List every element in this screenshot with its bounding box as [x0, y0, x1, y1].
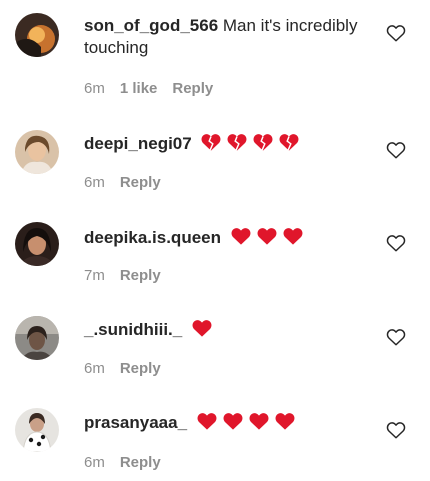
red-heart-icon — [231, 228, 251, 245]
comment-username[interactable]: son_of_god_566 — [84, 16, 218, 35]
red-heart-icon — [275, 413, 295, 430]
reply-button[interactable]: Reply — [172, 80, 213, 97]
comment-meta: 6m Reply — [84, 174, 161, 191]
comment-time: 6m — [84, 80, 105, 97]
comment-time: 6m — [84, 360, 105, 377]
red-heart-icon — [192, 320, 212, 337]
emoji-group — [230, 226, 304, 246]
broken-heart-icon — [201, 134, 221, 151]
avatar-image — [15, 13, 59, 57]
like-heart-icon[interactable] — [386, 24, 406, 42]
comment-username[interactable]: _.sunidhiii._ — [84, 320, 182, 339]
comment-likes[interactable]: 1 like — [120, 80, 158, 97]
emoji-group — [196, 411, 296, 431]
comment-username[interactable]: deepi_negi07 — [84, 134, 192, 153]
comment-username[interactable]: prasanyaaa_ — [84, 413, 187, 432]
comment-body: son_of_god_566 Man it's incredibly touch… — [84, 15, 374, 59]
avatar-image — [15, 316, 59, 360]
red-heart-icon — [283, 228, 303, 245]
reply-button[interactable]: Reply — [120, 360, 161, 377]
comment-body: deepika.is.queen — [84, 226, 374, 249]
avatar[interactable] — [15, 408, 59, 452]
reply-button[interactable]: Reply — [120, 454, 161, 471]
avatar[interactable] — [15, 130, 59, 174]
comment-time: 6m — [84, 454, 105, 471]
avatar-image — [15, 222, 59, 266]
red-heart-icon — [249, 413, 269, 430]
like-heart-icon[interactable] — [386, 141, 406, 159]
reply-button[interactable]: Reply — [120, 267, 161, 284]
comment-meta: 6m Reply — [84, 360, 161, 377]
comment-body: deepi_negi07 — [84, 132, 374, 155]
comment-meta: 6m Reply — [84, 454, 161, 471]
comment-body: _.sunidhiii._ — [84, 318, 374, 341]
red-heart-icon — [223, 413, 243, 430]
emoji-group — [191, 318, 213, 338]
broken-heart-icon — [279, 134, 299, 151]
avatar-image — [15, 130, 59, 174]
avatar[interactable] — [15, 316, 59, 360]
avatar[interactable] — [15, 13, 59, 57]
comment-meta: 7m Reply — [84, 267, 161, 284]
comment-username[interactable]: deepika.is.queen — [84, 228, 221, 247]
comment-time: 7m — [84, 267, 105, 284]
broken-heart-icon — [253, 134, 273, 151]
avatar-image — [15, 408, 59, 452]
red-heart-icon — [257, 228, 277, 245]
emoji-group — [200, 132, 300, 152]
like-heart-icon[interactable] — [386, 234, 406, 252]
like-heart-icon[interactable] — [386, 421, 406, 439]
comment-meta: 6m 1 like Reply — [84, 80, 213, 97]
broken-heart-icon — [227, 134, 247, 151]
like-heart-icon[interactable] — [386, 328, 406, 346]
comment-body: prasanyaaa_ — [84, 411, 374, 434]
comment-time: 6m — [84, 174, 105, 191]
avatar[interactable] — [15, 222, 59, 266]
red-heart-icon — [197, 413, 217, 430]
reply-button[interactable]: Reply — [120, 174, 161, 191]
